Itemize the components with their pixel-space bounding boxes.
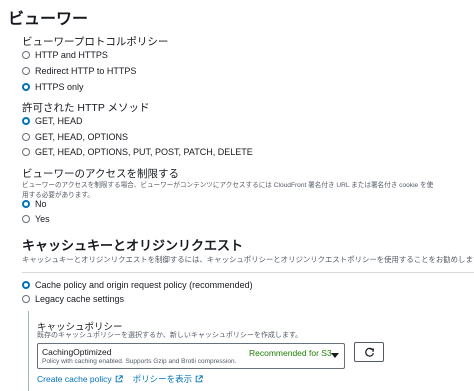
chevron-down-icon	[331, 353, 339, 358]
methods-option-get-head-options[interactable]: GET, HEAD, OPTIONS	[22, 132, 128, 142]
external-link-icon	[195, 375, 203, 383]
radio-icon	[22, 148, 30, 156]
restrict-option-yes[interactable]: Yes	[22, 214, 50, 224]
protocol-option-redirect[interactable]: Redirect HTTP to HTTPS	[22, 66, 136, 76]
cache-policy-select-desc: Policy with caching enabled. Supports Gz…	[42, 358, 237, 365]
radio-icon	[22, 117, 30, 125]
methods-option-all[interactable]: GET, HEAD, OPTIONS, PUT, POST, PATCH, DE…	[22, 147, 253, 157]
policy-group-line	[28, 311, 29, 391]
recommended-badge: Recommended for S3	[249, 348, 332, 358]
cache-policy-desc: 既存のキャッシュポリシーを選択するか、新しいキャッシュポリシーを作成します。	[37, 332, 303, 339]
section-divider	[22, 272, 474, 273]
cache-policy-select-value: CachingOptimized	[42, 347, 112, 357]
view-policy-link[interactable]: ポリシーを表示	[133, 373, 204, 385]
allowed-methods-label: 許可された HTTP メソッド	[22, 102, 150, 114]
cache-section-desc: キャッシュキーとオリジンリクエストを制御するには、キャッシュポリシーとオリジンリ…	[22, 255, 474, 264]
refresh-button[interactable]	[354, 342, 384, 362]
protocol-option-https-only[interactable]: HTTPS only	[22, 82, 84, 92]
create-cache-policy-link[interactable]: Create cache policy	[37, 374, 123, 384]
restrict-option-no[interactable]: No	[22, 199, 47, 209]
policy-links: Create cache policy ポリシーを表示	[37, 373, 213, 385]
radio-icon	[22, 67, 30, 75]
viewer-section-title: ビューワー	[8, 11, 89, 28]
cache-section-title: キャッシュキーとオリジンリクエスト	[22, 238, 244, 253]
radio-icon	[22, 281, 30, 289]
radio-icon	[22, 133, 30, 141]
radio-icon	[22, 200, 30, 208]
radio-icon	[22, 51, 30, 59]
distribution-settings-page: ビューワー ビューワープロトコルポリシー HTTP and HTTPS Redi…	[0, 0, 474, 391]
protocol-option-http-https[interactable]: HTTP and HTTPS	[22, 50, 108, 60]
radio-icon	[22, 83, 30, 91]
protocol-policy-label: ビューワープロトコルポリシー	[22, 36, 169, 48]
methods-option-get-head[interactable]: GET, HEAD	[22, 116, 83, 126]
radio-icon	[22, 215, 30, 223]
refresh-icon	[364, 347, 374, 357]
cache-option-legacy[interactable]: Legacy cache settings	[22, 294, 124, 304]
external-link-icon	[115, 375, 123, 383]
restrict-access-label: ビューワーのアクセスを制限する	[22, 168, 179, 180]
cache-policy-select[interactable]: CachingOptimized Policy with caching ena…	[37, 343, 345, 369]
radio-icon	[22, 295, 30, 303]
cache-option-policy[interactable]: Cache policy and origin request policy (…	[22, 280, 253, 290]
